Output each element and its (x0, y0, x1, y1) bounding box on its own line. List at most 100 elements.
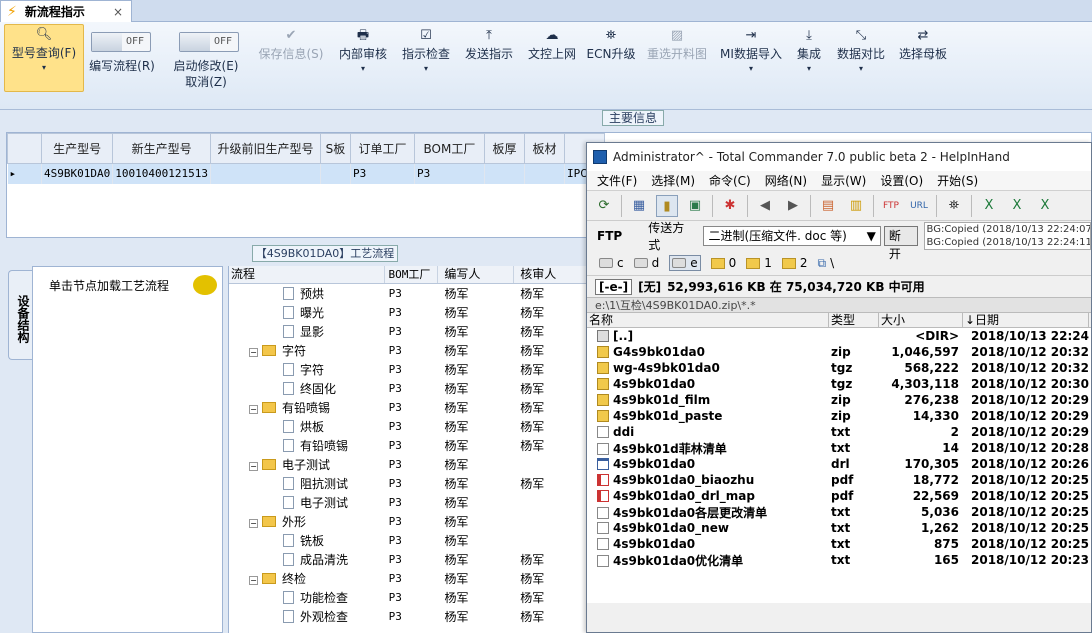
list-item[interactable]: 阻抗测试 P3 杨军 杨军 (229, 474, 592, 493)
excel-icon[interactable]: X (1006, 195, 1028, 217)
file-row[interactable]: wg-4s9bk01da0 tgz 568,222 2018/10/12 20:32 (587, 360, 1091, 376)
cell[interactable] (484, 163, 525, 184)
list-item[interactable]: 曝光 P3 杨军 杨军 (229, 303, 592, 322)
excel-icon[interactable]: X (978, 195, 1000, 217)
disconnect-button[interactable]: 断开 (883, 226, 918, 261)
collapse-icon[interactable]: − (249, 405, 258, 414)
file-row[interactable]: 4s9bk01d_paste zip 14,330 2018/10/12 20:29 (587, 408, 1091, 424)
process-tree[interactable]: 流程 BOM工厂 编写人 核审人 预烘 P3 杨军 杨军 曝光 P3 杨军 杨军 显影 P3 杨军杨… (228, 266, 592, 633)
list-item[interactable]: 终固化 P3 杨军 杨军 (229, 379, 592, 398)
tree-node[interactable]: 铣板 (229, 532, 385, 549)
menu-file[interactable]: 文件(F) (597, 172, 637, 189)
invert-selection-icon[interactable]: ✱ (719, 195, 741, 217)
tree-node[interactable]: 显影 (229, 323, 385, 340)
list-item[interactable]: − 终检 P3 杨军 杨军 (229, 569, 592, 588)
col-header[interactable]: 流程 (229, 266, 385, 283)
select-master-button[interactable]: ⇄ 选择母板 (896, 26, 950, 110)
side-tab-equipment[interactable]: 设备结构 (8, 270, 32, 360)
enable-modify-toggle[interactable]: OFF (179, 32, 239, 52)
tree-node[interactable]: 烘板 (229, 418, 385, 435)
col-header[interactable]: 板材 (523, 133, 565, 164)
ecn-upgrade-button[interactable]: ⛯ ECN升级 (586, 26, 636, 110)
col-header[interactable]: BOM工厂 (413, 133, 485, 164)
binoculars-icon[interactable]: ⛯ (943, 195, 965, 217)
mi-import-button[interactable]: ⇥ MI数据导入 ▾ (718, 26, 784, 110)
menu-view[interactable]: 显示(W) (821, 172, 866, 189)
cell[interactable]: P3 (414, 163, 485, 184)
menu-command[interactable]: 命令(C) (709, 172, 751, 189)
tree-node[interactable]: − 终检 (229, 570, 385, 587)
tree-node[interactable]: 电子测试 (229, 494, 385, 511)
brief-view-icon[interactable]: ▦ (628, 195, 650, 217)
file-row[interactable]: 4s9bk01da0优化清单 txt 165 2018/10/12 20:23 (587, 552, 1091, 568)
cell[interactable] (210, 163, 321, 184)
list-item[interactable]: − 字符 P3 杨军 杨军 (229, 341, 592, 360)
file-list[interactable]: 名称 类型 大小 ↓日期 [..] <DIR> 2018/10/13 22:24 G4… (587, 313, 1091, 603)
transfer-mode-select[interactable]: 二进制(压缩文件. doc 等) ▼ (703, 226, 881, 246)
collapse-icon[interactable]: − (249, 519, 258, 528)
internal-review-button[interactable]: 🖶 内部审核 ▾ (336, 26, 390, 110)
tree-node[interactable]: − 字符 (229, 342, 385, 359)
edit-flow-toggle[interactable]: OFF (91, 32, 151, 52)
col-header[interactable]: 编写人 (438, 266, 515, 283)
file-row[interactable]: ddi txt 2 2018/10/12 20:29 (587, 424, 1091, 440)
col-header[interactable]: 新生产型号 (112, 133, 211, 164)
list-item[interactable]: 字符 P3 杨军 杨军 (229, 360, 592, 379)
col-header[interactable]: BOM工厂 (385, 266, 439, 283)
list-item[interactable]: 电子测试 P3 杨军 (229, 493, 592, 512)
list-item[interactable]: − 电子测试 P3 杨军 (229, 455, 592, 474)
col-header[interactable]: 升级前旧生产型号 (209, 133, 321, 164)
cell[interactable] (524, 163, 565, 184)
forward-icon[interactable]: ▶ (782, 195, 804, 217)
table-row[interactable]: ▸ 4S9BK01DA0 10010400121513 P3 P3 IPC (7, 163, 605, 184)
drive-button[interactable]: c (599, 256, 624, 270)
pack-icon[interactable]: ▤ (817, 195, 839, 217)
drive-button[interactable]: 1 (746, 256, 772, 270)
col-header-type[interactable]: 类型 (829, 313, 879, 327)
send-instruction-button[interactable]: ⤒ 发送指示 (462, 26, 516, 110)
file-row[interactable]: 4s9bk01da0 txt 875 2018/10/12 20:25 (587, 536, 1091, 552)
cell[interactable]: 10010400121513 (112, 163, 211, 184)
list-item[interactable]: 烘板 P3 杨军 杨军 (229, 417, 592, 436)
ftp-connect-icon[interactable]: FTP (880, 195, 902, 217)
drive-select[interactable]: [-e-] (595, 278, 633, 295)
unpack-icon[interactable]: ▥ (845, 195, 867, 217)
col-header[interactable]: 板厚 (483, 133, 525, 164)
col-header-size[interactable]: 大小 (879, 313, 963, 327)
list-item[interactable]: 预烘 P3 杨军 杨军 (229, 284, 592, 303)
close-icon[interactable]: × (113, 5, 123, 19)
list-item[interactable]: 外观检查 P3 杨军 杨军 (229, 607, 592, 626)
col-header[interactable]: 生产型号 (40, 133, 114, 164)
tab-new-flow[interactable]: ⚡ 新流程指示 × (0, 0, 132, 22)
reselect-drawing-button[interactable]: ▨ 重选开料图 (644, 26, 710, 110)
tree-node[interactable]: − 有铅喷锡 (229, 399, 385, 416)
data-compare-button[interactable]: ⤡ 数据对比 ▾ (834, 26, 888, 110)
file-row[interactable]: 4s9bk01da0 drl 170,305 2018/10/12 20:26 (587, 456, 1091, 472)
thumbnail-view-icon[interactable]: ▣ (684, 195, 706, 217)
url-icon[interactable]: URL (908, 195, 930, 217)
col-header[interactable]: S板 (319, 133, 351, 164)
tree-node[interactable]: − 电子测试 (229, 456, 385, 473)
cell[interactable]: P3 (350, 163, 415, 184)
list-item[interactable]: − 有铅喷锡 P3 杨军 杨军 (229, 398, 592, 417)
cell[interactable] (320, 163, 351, 184)
tree-node[interactable]: 终固化 (229, 380, 385, 397)
tree-node[interactable]: 字符 (229, 361, 385, 378)
col-header[interactable]: 订单工厂 (349, 133, 415, 164)
save-info-button[interactable]: ✔ 保存信息(S) (255, 26, 327, 110)
total-commander-window[interactable]: Administrator^ - Total Commander 7.0 pub… (586, 142, 1092, 633)
file-row[interactable]: 4s9bk01da0各层更改清单 txt 5,036 2018/10/12 20:25 (587, 504, 1091, 520)
model-query-button[interactable]: 🔍︎ 型号查询(F) ▾ (4, 24, 84, 92)
menu-start[interactable]: 开始(S) (937, 172, 978, 189)
refresh-icon[interactable]: ⟳ (593, 195, 615, 217)
collapse-icon[interactable]: − (249, 576, 258, 585)
list-item[interactable]: 显影 P3 杨军 杨军 (229, 322, 592, 341)
file-row[interactable]: 4s9bk01da0_biaozhu pdf 18,772 2018/10/12 20… (587, 472, 1091, 488)
menu-network[interactable]: 网络(N) (765, 172, 807, 189)
file-row[interactable]: 4s9bk01d菲林清单 txt 14 2018/10/12 20:28 (587, 440, 1091, 456)
tree-node[interactable]: 曝光 (229, 304, 385, 321)
tree-node[interactable]: 有铅喷锡 (229, 437, 385, 454)
list-item[interactable]: 铣板 P3 杨军 (229, 531, 592, 550)
list-item[interactable]: 功能检查 P3 杨军 杨军 (229, 588, 592, 607)
collapse-icon[interactable]: − (249, 348, 258, 357)
